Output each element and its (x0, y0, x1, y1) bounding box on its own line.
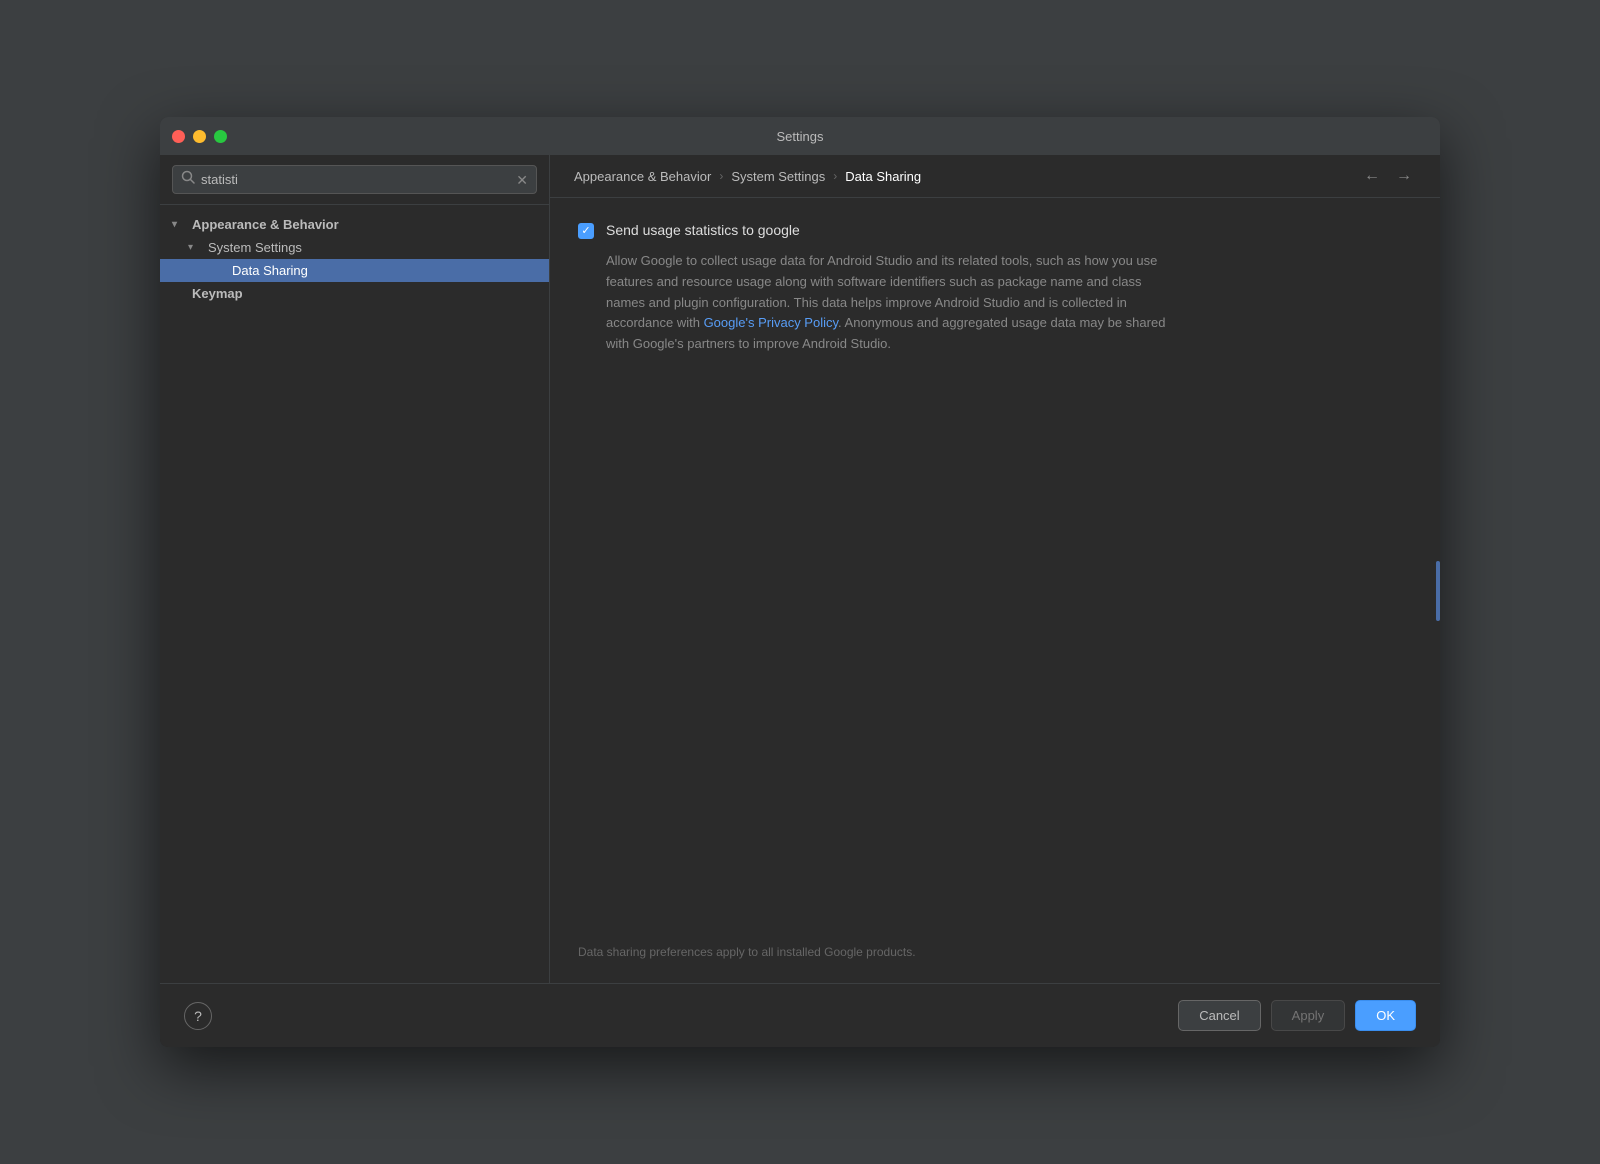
usage-stats-row: ✓ Send usage statistics to google (578, 222, 1412, 239)
checkmark-icon: ✓ (581, 226, 590, 237)
sidebar-item-label: System Settings (208, 240, 302, 255)
forward-button[interactable]: → (1392, 167, 1416, 185)
description-text: Allow Google to collect usage data for A… (606, 251, 1166, 355)
chevron-icon: ▾ (172, 219, 188, 230)
dialog-footer: ? Cancel Apply OK (160, 983, 1440, 1047)
page-content: ✓ Send usage statistics to google Allow … (550, 198, 1440, 983)
search-input[interactable] (201, 172, 510, 187)
apply-button[interactable]: Apply (1271, 1000, 1346, 1031)
dialog-title: Settings (777, 129, 824, 144)
nav-tree: ▾ Appearance & Behavior ▾ System Setting… (160, 205, 549, 983)
footer-note: Data sharing preferences apply to all in… (578, 945, 916, 959)
search-bar: ✕ (160, 155, 549, 205)
chevron-icon: ▾ (188, 242, 204, 253)
breadcrumb-data-sharing: Data Sharing (845, 169, 921, 184)
sidebar: ✕ ▾ Appearance & Behavior ▾ System Setti… (160, 155, 550, 983)
breadcrumb-system-settings: System Settings (731, 169, 825, 184)
title-bar: Settings (160, 117, 1440, 155)
search-clear-button[interactable]: ✕ (516, 173, 528, 187)
window-controls (172, 130, 227, 143)
sidebar-item-keymap[interactable]: Keymap (160, 282, 549, 305)
content-area: ✕ ▾ Appearance & Behavior ▾ System Setti… (160, 155, 1440, 983)
minimize-button[interactable] (193, 130, 206, 143)
privacy-policy-link[interactable]: Google's Privacy Policy (704, 315, 838, 330)
breadcrumb-nav: ← → (1360, 167, 1416, 185)
settings-dialog: Settings ✕ (160, 117, 1440, 1047)
chevron-icon (172, 288, 188, 299)
search-input-wrap: ✕ (172, 165, 537, 194)
sidebar-item-label: Keymap (192, 286, 243, 301)
back-button[interactable]: ← (1360, 167, 1384, 185)
sidebar-item-system-settings[interactable]: ▾ System Settings (160, 236, 549, 259)
cancel-button[interactable]: Cancel (1178, 1000, 1260, 1031)
chevron-icon (212, 265, 228, 276)
checkbox-wrap: ✓ (578, 223, 594, 239)
sidebar-item-label: Data Sharing (232, 263, 308, 278)
breadcrumb-sep-1: › (719, 169, 723, 183)
checkbox-label: Send usage statistics to google (606, 222, 800, 238)
help-button[interactable]: ? (184, 1002, 212, 1030)
search-icon (181, 170, 195, 189)
breadcrumb-sep-2: › (833, 169, 837, 183)
breadcrumb: Appearance & Behavior › System Settings … (550, 155, 1440, 198)
sidebar-item-label: Appearance & Behavior (192, 217, 339, 232)
maximize-button[interactable] (214, 130, 227, 143)
sidebar-item-data-sharing[interactable]: Data Sharing (160, 259, 549, 282)
close-button[interactable] (172, 130, 185, 143)
ok-button[interactable]: OK (1355, 1000, 1416, 1031)
breadcrumb-appearance: Appearance & Behavior (574, 169, 711, 184)
send-usage-stats-checkbox[interactable]: ✓ (578, 223, 594, 239)
scrollbar-indicator[interactable] (1436, 561, 1440, 621)
main-content: Appearance & Behavior › System Settings … (550, 155, 1440, 983)
sidebar-item-appearance-behavior[interactable]: ▾ Appearance & Behavior (160, 213, 549, 236)
